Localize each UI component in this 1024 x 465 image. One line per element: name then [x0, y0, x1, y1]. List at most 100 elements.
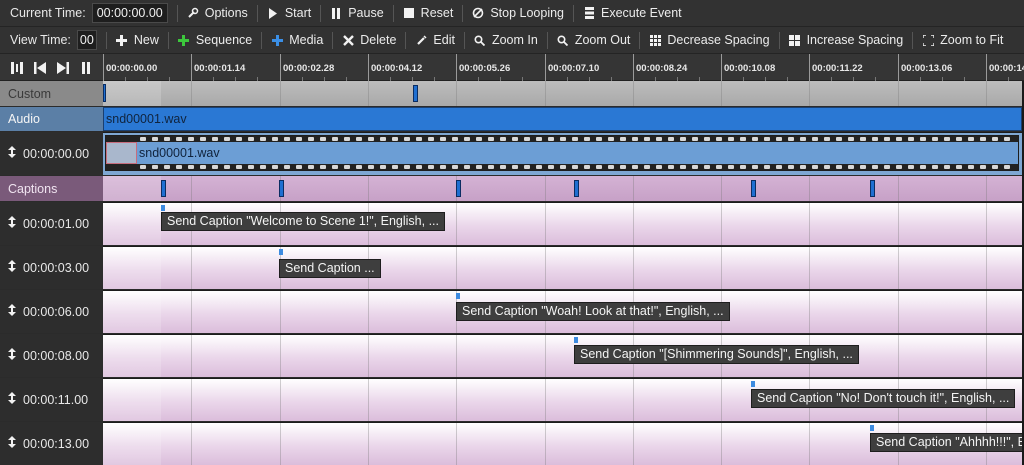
caption-event[interactable]: Send Caption ... [279, 259, 381, 278]
plus-blue-icon [271, 34, 283, 46]
resize-updown-icon[interactable] [8, 216, 18, 231]
start-button[interactable]: Start [267, 6, 311, 20]
new-button[interactable]: New [116, 33, 159, 47]
end-marker-icon[interactable] [79, 61, 93, 75]
resize-updown-icon[interactable] [8, 146, 18, 161]
view-time-input[interactable] [76, 30, 97, 50]
skip-forward-icon[interactable] [56, 61, 70, 75]
caption-row-lane[interactable]: Send Caption "Woah! Look at that!", Engl… [103, 290, 1022, 333]
caption-event[interactable]: Send Caption "Welcome to Scene 1!", Engl… [161, 212, 445, 231]
resize-updown-icon[interactable] [8, 436, 18, 451]
caption-marker[interactable] [161, 180, 166, 197]
delete-button[interactable]: Delete [342, 33, 396, 47]
caption-event-tab[interactable] [574, 337, 578, 343]
caption-row[interactable]: 00:00:11.00 Send Caption "No! Don't touc… [0, 378, 1024, 421]
reset-button[interactable]: Reset [403, 6, 453, 20]
caption-event-tab[interactable] [751, 381, 755, 387]
caption-event[interactable]: Send Caption "Ahhhh!!!", English, ... [870, 433, 1022, 452]
film-perforation [812, 137, 818, 141]
increase-spacing-button[interactable]: Increase Spacing [789, 33, 903, 47]
zoom-out-button[interactable]: Zoom Out [557, 33, 630, 47]
audio-clip-lane[interactable]: snd00001.wav [103, 132, 1022, 175]
execute-event-button[interactable]: Execute Event [583, 6, 682, 20]
caption-event-tab[interactable] [161, 205, 165, 211]
ruler-tick [280, 54, 281, 81]
loop-region-icon[interactable] [10, 61, 24, 75]
time-ruler[interactable]: 00:00:00.00 00:00:01.14 00:00:02.28 00:00:0… [0, 54, 1024, 81]
skip-back-icon[interactable] [33, 61, 47, 75]
caption-marker[interactable] [574, 180, 579, 197]
caption-event-tab[interactable] [456, 293, 460, 299]
ruler-tick [545, 54, 546, 81]
audio-clip-handle[interactable] [106, 142, 137, 164]
film-perforation [920, 165, 926, 169]
track-captions[interactable]: Captions [0, 176, 1024, 201]
pause-button[interactable]: Pause [330, 6, 384, 20]
caption-event[interactable]: Send Caption "No! Don't touch it!", Engl… [751, 389, 1016, 408]
options-label: Options [204, 6, 248, 20]
audio-clip[interactable]: snd00001.wav [105, 135, 1019, 171]
caption-row-lane[interactable]: Send Caption "No! Don't touch it!", Engl… [103, 378, 1022, 421]
caption-marker[interactable] [751, 180, 756, 197]
track-custom[interactable]: Custom [0, 81, 1024, 106]
film-perforation [812, 165, 818, 169]
track-captions-lane[interactable] [103, 176, 1022, 201]
decrease-spacing-button[interactable]: Decrease Spacing [649, 33, 770, 47]
grid-line [809, 203, 810, 245]
grid-large-icon [789, 34, 801, 46]
film-perforation [392, 165, 398, 169]
caption-row[interactable]: 00:00:01.00 Send Caption "Welcome to Sce… [0, 202, 1024, 245]
film-perforation [548, 137, 554, 141]
stop-looping-button[interactable]: Stop Looping [472, 6, 564, 20]
keyframe-marker[interactable] [413, 85, 418, 102]
edit-button[interactable]: Edit [415, 33, 455, 47]
caption-marker[interactable] [279, 180, 284, 197]
ruler-tick-label: 00:00:08.24 [636, 63, 688, 74]
ruler-tick [633, 54, 634, 81]
caption-marker[interactable] [870, 180, 875, 197]
resize-updown-icon[interactable] [8, 348, 18, 363]
resize-updown-icon[interactable] [8, 392, 18, 407]
caption-time-text: 00:00:08.00 [23, 348, 90, 363]
caption-row-lane[interactable]: Send Caption "[Shimmering Sounds]", Engl… [103, 334, 1022, 377]
caption-event[interactable]: Send Caption "[Shimmering Sounds]", Engl… [574, 345, 859, 364]
film-perforation [776, 165, 782, 169]
grid-line [368, 379, 369, 421]
caption-row-lane[interactable]: Send Caption "Ahhhh!!!", English, ... [103, 422, 1022, 465]
caption-row[interactable]: 00:00:08.00 Send Caption "[Shimmering So… [0, 334, 1024, 377]
caption-row[interactable]: 00:00:13.00 Send Caption "Ahhhh!!!", Eng… [0, 422, 1024, 465]
ruler-scale[interactable]: 00:00:00.00 00:00:01.14 00:00:02.28 00:00:0… [103, 54, 1024, 81]
resize-updown-icon[interactable] [8, 304, 18, 319]
options-button[interactable]: Options [187, 6, 248, 20]
track-audio[interactable]: Audio snd00001.wav [0, 107, 1024, 131]
current-time-input[interactable] [91, 3, 168, 23]
film-perforation [716, 165, 722, 169]
film-perforation [356, 165, 362, 169]
film-perforation [368, 165, 374, 169]
resize-updown-icon[interactable] [8, 260, 18, 275]
caption-event-tab[interactable] [870, 425, 874, 431]
divider [778, 31, 780, 49]
sequence-button[interactable]: Sequence [178, 33, 252, 47]
audio-clip-time-text: 00:00:00.00 [23, 146, 90, 161]
caption-row-lane[interactable]: Send Caption "Welcome to Scene 1!", Engl… [103, 202, 1022, 245]
caption-row[interactable]: 00:00:06.00 Send Caption "Woah! Look at … [0, 290, 1024, 333]
caption-event[interactable]: Send Caption "Woah! Look at that!", Engl… [456, 302, 730, 321]
pencil-icon [415, 34, 427, 46]
grid-line [191, 247, 192, 289]
track-audio-lane[interactable]: snd00001.wav [103, 107, 1022, 131]
zoom-in-button[interactable]: Zoom In [474, 33, 538, 47]
media-button[interactable]: Media [271, 33, 323, 47]
grid-line [986, 176, 987, 201]
ruler-tick-label: 00:00:00.00 [106, 63, 158, 74]
caption-marker[interactable] [456, 180, 461, 197]
track-custom-lane[interactable] [103, 81, 1022, 106]
audio-clip-row[interactable]: 00:00:00.00 snd00001.wav [0, 132, 1024, 175]
caption-row[interactable]: 00:00:03.00 Send Caption ... [0, 246, 1024, 289]
keyframe-marker[interactable] [103, 84, 106, 102]
film-perforation [284, 137, 290, 141]
caption-event-tab[interactable] [279, 249, 283, 255]
caption-row-lane[interactable]: Send Caption ... [103, 246, 1022, 289]
zoom-to-fit-button[interactable]: Zoom to Fit [922, 33, 1003, 47]
film-perforation [656, 137, 662, 141]
